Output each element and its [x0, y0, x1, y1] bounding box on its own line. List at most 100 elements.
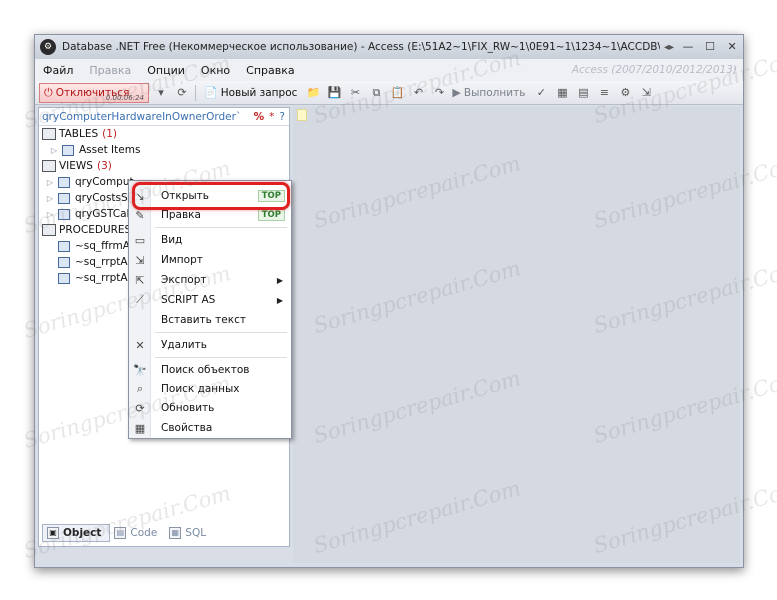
- context-item-open[interactable]: ↘ Открыть TOP: [129, 187, 291, 205]
- properties-icon: ▦: [134, 421, 146, 435]
- context-item-delete[interactable]: ✕ Удалить: [129, 336, 291, 354]
- tree-label: Asset Items: [79, 144, 141, 156]
- tab-label: Object: [63, 527, 102, 539]
- context-item-script-as[interactable]: ⟋ SCRIPT AS ▶: [129, 291, 291, 309]
- tree-label: TABLES: [59, 128, 99, 140]
- text-align-icon[interactable]: ≡: [595, 84, 613, 102]
- expand-arrow-icon[interactable]: ▷: [45, 194, 55, 203]
- menu-separator: [155, 332, 287, 333]
- tree-count: (3): [96, 160, 112, 172]
- view-icon: [58, 176, 70, 188]
- submenu-arrow-icon: ▶: [276, 295, 283, 305]
- tree-label: qryCostsSu: [75, 192, 135, 204]
- open-folder-icon[interactable]: 📁: [304, 84, 322, 102]
- tree-label: qryComput: [75, 176, 134, 188]
- close-button[interactable]: ✕: [724, 39, 740, 55]
- tab-sql[interactable]: ▦ SQL: [165, 524, 214, 542]
- new-query-label: Новый запрос: [220, 86, 298, 99]
- find-objects-icon: 🔭: [133, 363, 147, 377]
- context-item-label: Свойства: [161, 422, 213, 434]
- context-item-label: Поиск данных: [161, 383, 240, 395]
- context-item-label: Удалить: [161, 339, 207, 351]
- maximize-button[interactable]: ☐: [702, 39, 718, 55]
- script-icon: ⟋: [136, 293, 144, 306]
- context-item-export[interactable]: ⇱ Экспорт ▶: [129, 271, 291, 289]
- procedures-folder-icon: [42, 224, 56, 236]
- context-item-import[interactable]: ⇲ Импорт: [129, 251, 291, 269]
- tab-label: SQL: [185, 527, 207, 539]
- refresh-icon: ⟳: [135, 401, 145, 415]
- tree-category-views[interactable]: VIEWS (3): [39, 158, 289, 174]
- context-item-find-data[interactable]: ⌕ Поиск данных: [129, 380, 291, 398]
- tree-item[interactable]: ▷ Asset Items: [39, 142, 289, 158]
- context-item-properties[interactable]: ▦ Свойства: [129, 419, 291, 437]
- context-item-refresh[interactable]: ⟳ Обновить: [129, 399, 291, 417]
- table-view-icon[interactable]: ▤: [574, 84, 592, 102]
- dropdown-arrow-icon[interactable]: ▾: [152, 84, 170, 102]
- pin-icon[interactable]: ⇲: [637, 84, 655, 102]
- star-filter-button[interactable]: *: [269, 111, 274, 123]
- code-tab-icon: ▤: [114, 527, 127, 539]
- connection-timer: 0.00:06:24: [105, 93, 144, 102]
- context-item-edit[interactable]: ✎ Правка TOP: [129, 206, 291, 224]
- menu-edit[interactable]: Правка: [81, 64, 139, 77]
- new-document-icon: 📄: [204, 86, 218, 99]
- redo-icon[interactable]: ↷: [430, 84, 448, 102]
- paste-icon[interactable]: 📋: [388, 84, 406, 102]
- note-icon: [297, 109, 307, 121]
- tables-folder-icon: [42, 128, 56, 140]
- context-item-label: Правка: [161, 209, 201, 221]
- menu-file[interactable]: Файл: [35, 64, 81, 77]
- menu-help[interactable]: Справка: [238, 64, 302, 77]
- menu-separator: [155, 357, 287, 358]
- context-menu: ↘ Открыть TOP ✎ Правка TOP ▭ Вид ⇲ Импор…: [128, 180, 292, 439]
- tab-object[interactable]: ▣ Object: [42, 524, 111, 542]
- toolbar-separator: [195, 84, 196, 101]
- execute-label: Выполнить: [463, 86, 526, 99]
- expand-arrow-icon[interactable]: ▷: [49, 146, 59, 155]
- edit-icon: ✎: [135, 208, 145, 222]
- refresh-connection-icon[interactable]: ⟳: [173, 84, 191, 102]
- execute-button[interactable]: ▶ Выполнить: [448, 83, 529, 103]
- toolbar: ⏻ Отключиться 0.00:06:24 ▾ ⟳ 📄 Новый зап…: [35, 81, 743, 105]
- context-item-label: Поиск объектов: [161, 364, 250, 376]
- context-item-label: Импорт: [161, 254, 203, 266]
- view-icon: ▭: [134, 233, 146, 247]
- help-button[interactable]: ?: [279, 111, 285, 123]
- expand-arrow-icon[interactable]: ▷: [45, 178, 55, 187]
- context-item-label: Обновить: [161, 402, 215, 414]
- tree-category-tables[interactable]: TABLES (1): [39, 126, 289, 142]
- context-item-label: Экспорт: [161, 274, 207, 286]
- menu-separator: [155, 227, 287, 228]
- context-item-paste-text[interactable]: Вставить текст: [129, 311, 291, 329]
- cut-icon[interactable]: ✂: [346, 84, 364, 102]
- menu-window[interactable]: Окно: [193, 64, 238, 77]
- view-icon: [58, 208, 70, 220]
- wildcard-filter-button[interactable]: %: [254, 111, 265, 123]
- context-item-label: Вставить текст: [161, 314, 246, 326]
- undo-icon[interactable]: ↶: [409, 84, 427, 102]
- tree-label: ~sq_rrptAs: [75, 256, 134, 268]
- new-query-button[interactable]: 📄 Новый запрос: [200, 83, 301, 103]
- context-item-find-objects[interactable]: 🔭 Поиск объектов: [129, 361, 291, 379]
- submenu-arrow-icon: ▶: [276, 275, 283, 285]
- context-item-view[interactable]: ▭ Вид: [129, 231, 291, 249]
- tab-label: Code: [130, 527, 158, 539]
- tab-code[interactable]: ▤ Code: [110, 524, 165, 542]
- title-scroll-arrows-icon[interactable]: ◂▸: [664, 42, 674, 53]
- panel-tabs: ▣ Object ▤ Code ▦ SQL: [42, 524, 214, 542]
- settings-gear-icon[interactable]: ⚙: [616, 84, 634, 102]
- check-icon[interactable]: ✓: [532, 84, 550, 102]
- minimize-button[interactable]: —: [680, 39, 696, 55]
- context-item-label: Открыть: [161, 190, 209, 202]
- grid-icon[interactable]: ▦: [553, 84, 571, 102]
- disconnect-button[interactable]: ⏻ Отключиться 0.00:06:24: [39, 82, 149, 103]
- menu-options[interactable]: Опции: [139, 64, 193, 77]
- copy-icon[interactable]: ⧉: [367, 84, 385, 102]
- delete-icon: ✕: [135, 338, 145, 352]
- tree-label: ~sq_rrptAs: [75, 272, 134, 284]
- top-badge: TOP: [257, 209, 285, 221]
- save-icon[interactable]: 💾: [325, 84, 343, 102]
- workspace-area: [293, 107, 740, 563]
- expand-arrow-icon[interactable]: ▷: [45, 210, 55, 219]
